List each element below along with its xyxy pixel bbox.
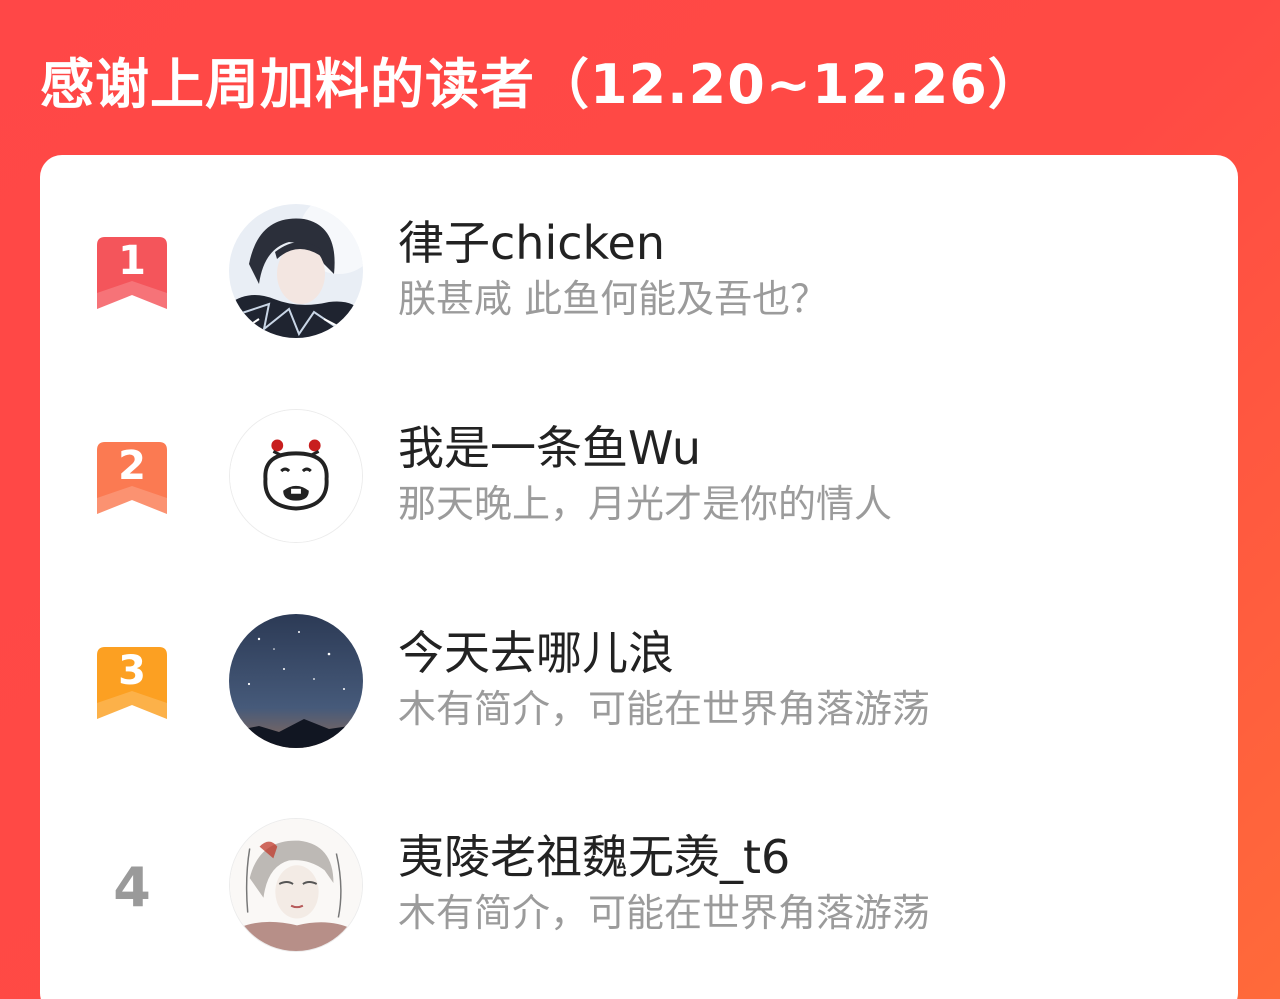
anime-character-avatar-icon (229, 204, 363, 338)
rank-ribbon-icon: 3 (97, 647, 167, 719)
night-sky-avatar-icon (229, 614, 363, 748)
list-item[interactable]: 4 夷陵老祖魏无羡_t6 木有简介，可能在世界角落游荡 (40, 809, 1238, 959)
reader-name[interactable]: 我是一条鱼Wu (398, 418, 701, 478)
user-avatar[interactable] (229, 409, 363, 543)
user-avatar[interactable] (229, 818, 363, 952)
reader-bio: 木有简介，可能在世界角落游荡 (398, 891, 931, 935)
list-item[interactable]: 3 今天去哪儿浪 木有简介，可能在世界角落游荡 (40, 605, 1238, 755)
reader-list-card: 1 律子chicken 朕甚咸 此鱼何能及吾也？ 2 我是一条鱼Wu 那天晚上，… (40, 155, 1238, 999)
list-item[interactable]: 1 律子chicken 朕甚咸 此鱼何能及吾也？ (40, 195, 1238, 345)
rank-number: 3 (118, 648, 146, 694)
reader-name[interactable]: 律子chicken (398, 213, 665, 273)
rank-ribbon-icon: 2 (97, 442, 167, 514)
rank-number: 2 (118, 443, 146, 489)
reader-bio: 朕甚咸 此鱼何能及吾也？ (398, 277, 829, 321)
user-avatar[interactable] (229, 614, 363, 748)
supporters-panel: 感谢上周加料的读者（12.20~12.26） 1 律子chicken 朕甚咸 此… (0, 0, 1280, 999)
reader-name[interactable]: 夷陵老祖魏无羡_t6 (398, 827, 790, 887)
rank-ribbon-icon: 1 (97, 237, 167, 309)
page-title: 感谢上周加料的读者（12.20~12.26） (40, 53, 1043, 116)
reader-name[interactable]: 今天去哪儿浪 (398, 623, 674, 683)
reader-bio: 木有简介，可能在世界角落游荡 (398, 687, 931, 731)
rank-number: 4 (113, 856, 151, 919)
rank-number: 1 (118, 238, 146, 284)
sketch-character-avatar-icon (230, 819, 362, 951)
reader-bio: 那天晚上，月光才是你的情人 (398, 482, 893, 526)
list-item[interactable]: 2 我是一条鱼Wu 那天晚上，月光才是你的情人 (40, 400, 1238, 550)
cartoon-face-avatar-icon (230, 410, 362, 542)
user-avatar[interactable] (229, 204, 363, 338)
